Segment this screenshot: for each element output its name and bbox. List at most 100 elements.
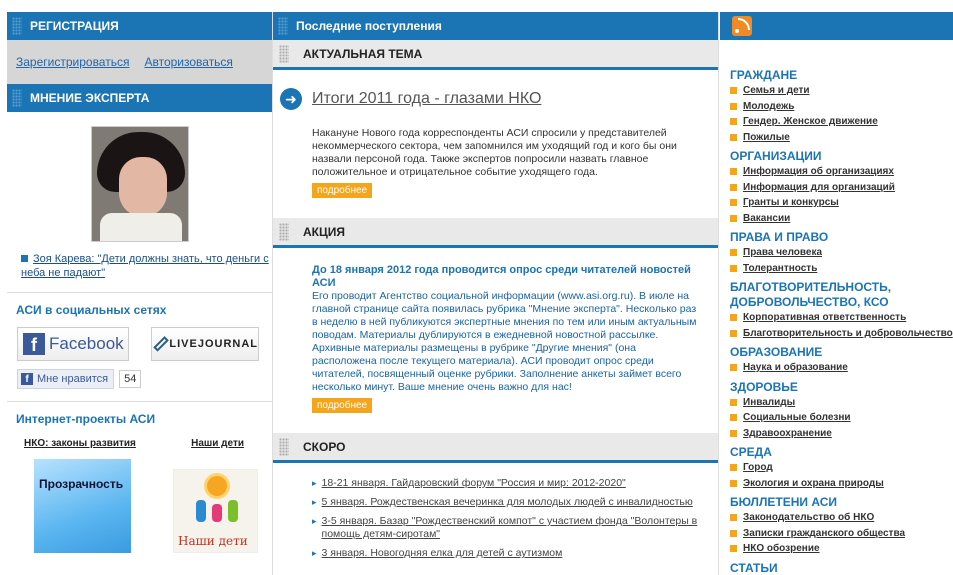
expert-quote-link[interactable]: Зоя Карева: "Дети должны знать, что день… — [21, 253, 269, 279]
category-item-link[interactable]: Законодательство об НКО — [743, 510, 874, 526]
facebook-like-button[interactable]: f Мне нравится — [17, 369, 115, 389]
category-item-link[interactable]: Гранты и конкурсы — [743, 195, 839, 211]
category-item[interactable]: Толерантность — [730, 261, 953, 277]
category-item[interactable]: Пожилые — [730, 130, 953, 146]
soon-item-link[interactable]: 3 января. Новогодняя елка для детей с ау… — [322, 547, 563, 560]
grip-icon — [278, 17, 288, 35]
right-column: ГРАЖДАНЕ Семья и дети Молодежь Гендер. Женс… — [720, 12, 953, 575]
action-section-title: АКЦИЯ — [303, 224, 346, 239]
soon-item-link[interactable]: 3-5 января. Базар "Рождественский компот… — [322, 515, 706, 541]
category-item[interactable]: Законодательство об НКО — [730, 510, 953, 526]
facebook-button[interactable]: f Facebook — [17, 327, 129, 361]
category-item-link[interactable]: Молодежь — [743, 99, 794, 115]
rss-icon[interactable] — [732, 16, 752, 36]
category-heading[interactable]: ПРАВА И ПРАВО — [730, 230, 953, 245]
category-item[interactable]: Молодежь — [730, 99, 953, 115]
category-heading[interactable]: СРЕДА — [730, 445, 953, 460]
bullet-icon — [730, 414, 737, 422]
list-item: ▸ 3 января. Новогодняя елка для детей с а… — [312, 547, 706, 560]
latest-title: Последние поступления — [296, 19, 442, 33]
category-item[interactable]: Здравоохранение — [730, 426, 953, 442]
bullet-icon — [730, 479, 737, 487]
bullet-icon — [730, 545, 737, 553]
category-item[interactable]: Наука и образование — [730, 360, 953, 376]
category-item[interactable]: Экология и охрана природы — [730, 476, 953, 492]
category-item[interactable]: Корпоративная ответственность — [730, 310, 953, 326]
category-item-link[interactable]: Город — [743, 460, 773, 476]
category-item-link[interactable]: Наука и образование — [743, 360, 848, 376]
category-item-link[interactable]: Пожилые — [743, 130, 790, 146]
project-link-nko[interactable]: НКО: законы развития — [24, 438, 136, 449]
soon-item-link[interactable]: 5 января. Рождественская вечеринка для м… — [322, 496, 693, 509]
category-item[interactable]: Город — [730, 460, 953, 476]
topic-section-header: АКТУАЛЬНАЯ ТЕМА — [273, 40, 718, 70]
category-item[interactable]: Информация об организациях — [730, 164, 953, 180]
bullet-icon — [730, 529, 737, 537]
projects-images: Прозрачность Наши дети — [34, 459, 272, 553]
left-column: РЕГИСТРАЦИЯ Зарегистрироваться Авторизов… — [7, 12, 272, 553]
livejournal-button[interactable]: LIVEJOURNAL — [151, 327, 259, 361]
topic-section-title: АКТУАЛЬНАЯ ТЕМА — [303, 46, 423, 61]
category-item-link[interactable]: Вакансии — [743, 211, 790, 227]
category-item[interactable]: Инвалиды — [730, 395, 953, 411]
category-item[interactable]: Записки гражданского общества — [730, 526, 953, 542]
list-item: ▸ 3-5 января. Базар "Рождественский компо… — [312, 515, 706, 541]
divider — [7, 292, 272, 293]
login-link[interactable]: Авторизоваться — [144, 55, 232, 69]
action-headline[interactable]: До 18 января 2012 года проводится опрос … — [312, 264, 702, 290]
transparency-banner-text: Прозрачность — [39, 477, 124, 491]
expert-photo[interactable] — [90, 126, 189, 242]
topic-title-link[interactable]: Итоги 2011 года - глазами НКО — [312, 90, 541, 108]
bullet-icon — [730, 102, 737, 110]
category-item-link[interactable]: Социальные болезни — [743, 410, 851, 426]
livejournal-icon — [153, 336, 170, 352]
action-more-button[interactable]: подробнее — [312, 398, 373, 413]
category-heading[interactable]: ОБРАЗОВАНИЕ — [730, 345, 953, 360]
category-heading[interactable]: БЛАГОТВОРИТЕЛЬНОСТЬ, ДОБРОВОЛЬЧЕСТВО, КС… — [730, 280, 953, 310]
bullet-icon — [730, 133, 737, 141]
nashi-deti-banner[interactable]: Наши дети — [173, 469, 258, 553]
category-item[interactable]: Права человека — [730, 245, 953, 261]
soon-list: ▸ 18-21 января. Гайдаровский форум "Росси… — [312, 477, 706, 560]
soon-item-link[interactable]: 18-21 января. Гайдаровский форум "Россия… — [322, 477, 626, 490]
soon-section-header: СКОРО — [273, 433, 718, 463]
topic-more-button[interactable]: подробнее — [312, 183, 373, 198]
category-item[interactable]: Благотворительность и добровольчество — [730, 326, 953, 342]
category-item[interactable]: Гранты и конкурсы — [730, 195, 953, 211]
topic-text: Накануне Нового года корреспонденты АСИ … — [312, 127, 677, 178]
category-item-link[interactable]: Толерантность — [743, 261, 817, 277]
category-heading[interactable]: СТАТЬИ — [730, 561, 953, 575]
category-item-link[interactable]: Инвалиды — [743, 395, 795, 411]
category-heading[interactable]: ГРАЖДАНЕ — [730, 68, 953, 83]
category-item-link[interactable]: Корпоративная ответственность — [743, 310, 906, 326]
category-item-link[interactable]: Записки гражданского общества — [743, 526, 905, 542]
category-item-link[interactable]: Семья и дети — [743, 83, 810, 99]
category-item[interactable]: Семья и дети — [730, 83, 953, 99]
category-item-link[interactable]: Экология и охрана природы — [743, 476, 884, 492]
expert-header: МНЕНИЕ ЭКСПЕРТА — [7, 84, 272, 112]
bullet-icon — [730, 364, 737, 372]
category-item[interactable]: Информация для организаций — [730, 180, 953, 196]
category-heading[interactable]: ОРГАНИЗАЦИИ — [730, 149, 953, 164]
category-item-link[interactable]: Гендер. Женское движение — [743, 114, 878, 130]
arrow-right-icon[interactable]: ➜ — [280, 88, 302, 110]
category-item-link[interactable]: Права человека — [743, 245, 822, 261]
rss-header — [720, 12, 953, 40]
registration-links: Зарегистрироваться Авторизоваться — [7, 40, 272, 84]
category-item[interactable]: Вакансии — [730, 211, 953, 227]
category-item[interactable]: Социальные болезни — [730, 410, 953, 426]
category-heading[interactable]: БЮЛЛЕТЕНИ АСИ — [730, 495, 953, 510]
category-heading[interactable]: ЗДОРОВЬЕ — [730, 380, 953, 395]
transparency-banner[interactable]: Прозрачность — [34, 459, 131, 553]
project-link-deti[interactable]: Наши дети — [191, 438, 244, 449]
category-item[interactable]: НКО обозрение — [730, 541, 953, 557]
register-link[interactable]: Зарегистрироваться — [16, 55, 129, 69]
social-title: АСИ в социальных сетях — [16, 303, 167, 317]
category-item[interactable]: Гендер. Женское движение — [730, 114, 953, 130]
category-item-link[interactable]: Информация об организациях — [743, 164, 894, 180]
category-item-link[interactable]: Информация для организаций — [743, 180, 895, 196]
category-item-link[interactable]: НКО обозрение — [743, 541, 820, 557]
category-item-link[interactable]: Здравоохранение — [743, 426, 832, 442]
category-item-link[interactable]: Благотворительность и добровольчество — [743, 326, 953, 342]
bullet-icon: ▸ — [312, 548, 317, 558]
